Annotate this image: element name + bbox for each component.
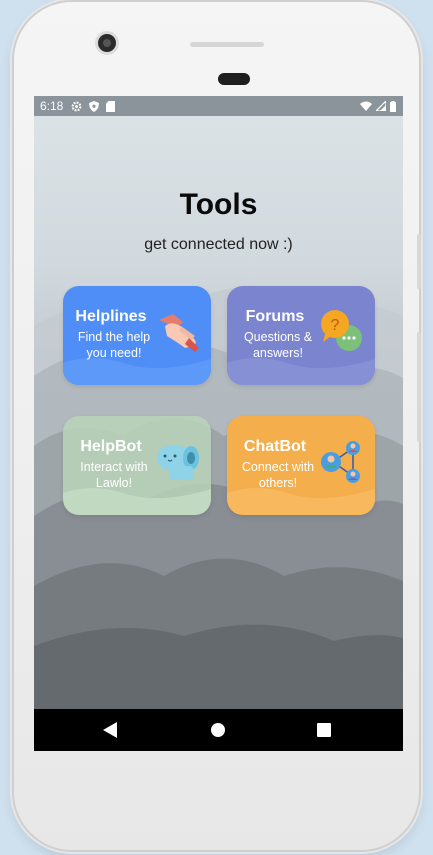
chatbot-card[interactable]: ChatBot Connect with others! <box>227 416 375 515</box>
chat-bubbles-icon: ? <box>321 310 362 351</box>
card-description: Find the help you need! <box>77 330 151 360</box>
back-icon[interactable] <box>103 722 117 738</box>
handshake-icon <box>159 314 199 352</box>
settings-icon <box>71 101 82 111</box>
card-description: Questions & answers! <box>243 330 313 360</box>
signal-icon <box>376 101 386 111</box>
card-title: ChatBot <box>243 438 307 455</box>
card-title: HelpBot <box>80 438 142 455</box>
shield-icon <box>89 100 100 112</box>
page-subtitle: get connected now :) <box>144 236 293 253</box>
recents-icon[interactable] <box>317 723 331 737</box>
page-title: Tools <box>179 188 258 221</box>
sd-card-icon <box>106 100 116 112</box>
battery-icon <box>390 100 396 112</box>
speaker-grille <box>190 42 264 47</box>
card-description: Connect with others! <box>241 460 315 490</box>
home-icon[interactable] <box>211 723 225 737</box>
status-bar: 6:18 <box>34 96 403 116</box>
svg-text:?: ? <box>331 317 340 334</box>
helpbot-card[interactable]: HelpBot Interact with Lawlo! <box>63 416 211 515</box>
status-time: 6:18 <box>40 99 64 113</box>
card-title: Forums <box>245 308 305 325</box>
earpiece-speaker <box>218 73 250 85</box>
card-description: Interact with Lawlo! <box>80 460 148 490</box>
front-camera-icon <box>98 34 116 52</box>
helplines-card[interactable]: Helplines Find the help you need! <box>63 286 211 385</box>
robot-icon <box>157 446 199 480</box>
forums-card[interactable]: Forums Questions & answers! ? <box>227 286 375 385</box>
wifi-icon <box>360 101 372 111</box>
network-icon <box>321 441 360 483</box>
tools-screen: Tools get connected now :) Helplines Fin… <box>34 116 403 709</box>
power-button <box>417 234 421 289</box>
card-title: Helplines <box>75 308 147 325</box>
navigation-bar <box>34 709 403 751</box>
volume-button <box>417 332 421 442</box>
phone-screen: 6:18 Tools get connected now:) Helpline… <box>34 96 403 751</box>
